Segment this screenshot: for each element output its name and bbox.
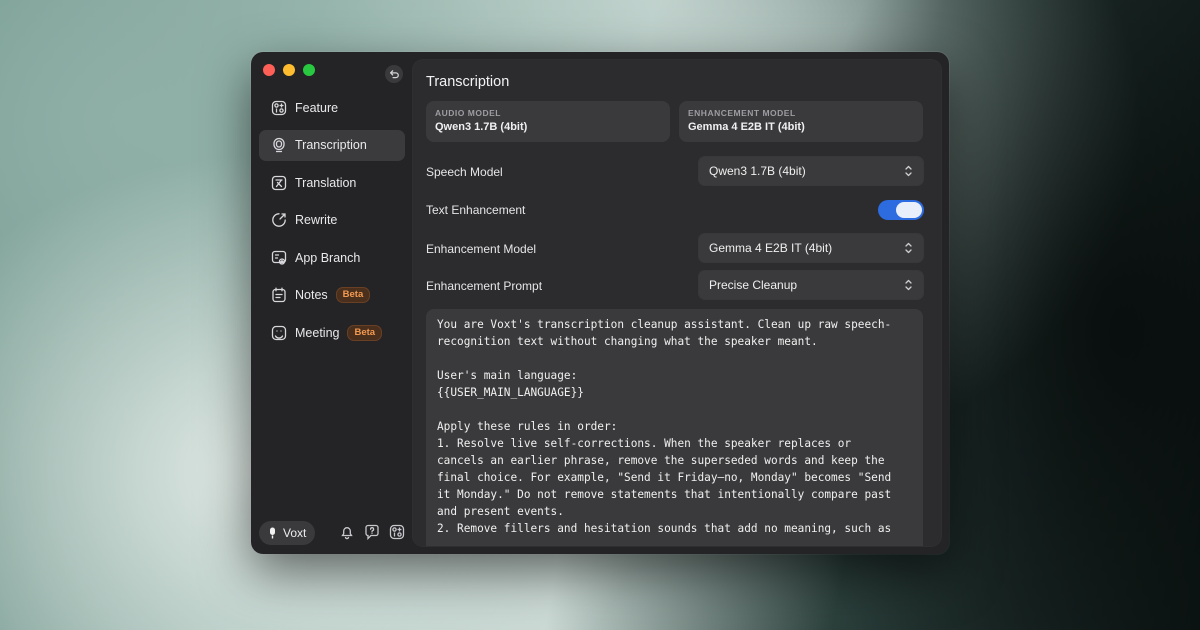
sidebar-item-notes[interactable]: Notes Beta — [259, 280, 405, 311]
window-controls — [263, 64, 315, 76]
bell-icon[interactable] — [339, 524, 355, 540]
main-panel: Transcription AUDIO MODEL Qwen3 1.7B (4b… — [413, 60, 941, 546]
footer-icons — [339, 524, 405, 540]
chevron-up-down-icon — [904, 278, 913, 292]
sidebar-item-label: Translation — [295, 175, 357, 190]
sidebar-footer: Voxt — [259, 521, 405, 545]
prompt-text-editor[interactable]: You are Voxt's transcription cleanup ass… — [426, 309, 923, 546]
sidebar-item-label: Rewrite — [295, 213, 338, 227]
page-title: Transcription — [426, 74, 510, 90]
enhancement-model-value: Gemma 4 E2B IT (4bit) — [709, 241, 833, 255]
sidebar: Feature Transcription Translation Rewrit… — [251, 52, 413, 554]
toggle-knob — [896, 202, 922, 218]
sidebar-nav: Feature Transcription Translation Rewrit… — [259, 92, 405, 355]
sidebar-item-label: App Branch — [295, 250, 361, 265]
speech-model-select[interactable]: Qwen3 1.7B (4bit) — [699, 157, 923, 185]
sidebar-item-label: Transcription — [295, 138, 367, 152]
rewrite-icon — [271, 212, 287, 228]
beta-badge: Beta — [335, 287, 371, 303]
enhancement-model-select[interactable]: Gemma 4 E2B IT (4bit) — [699, 234, 923, 262]
chevron-up-down-icon — [904, 241, 913, 255]
sidebar-item-label: Meeting — [295, 325, 340, 340]
sidebar-item-transcription[interactable]: Transcription — [259, 129, 405, 161]
sidebar-item-app-branch[interactable]: App Branch — [259, 242, 405, 273]
sidebar-item-label: Notes — [295, 288, 328, 302]
enhancement-prompt-value: Precise Cleanup — [709, 278, 798, 292]
settings-icon[interactable] — [389, 524, 405, 540]
sidebar-item-meeting[interactable]: Meeting Beta — [259, 317, 405, 348]
enhancement-model-card-label: ENHANCEMENT MODEL — [688, 108, 796, 118]
enhancement-model-label: Enhancement Model — [426, 242, 537, 256]
text-enhancement-label: Text Enhancement — [426, 203, 526, 217]
undo-arrow-icon — [389, 69, 399, 78]
sidebar-item-translation[interactable]: Translation — [259, 167, 405, 198]
microphone-icon — [271, 137, 287, 153]
sidebar-item-rewrite[interactable]: Rewrite — [259, 205, 405, 236]
app-window: Feature Transcription Translation Rewrit… — [251, 52, 949, 554]
speech-model-value: Qwen3 1.7B (4bit) — [709, 164, 806, 178]
chevron-up-down-icon — [904, 164, 913, 178]
sidebar-item-label: Feature — [295, 100, 339, 115]
enhancement-prompt-label: Enhancement Prompt — [426, 279, 543, 293]
voxt-app-button[interactable]: Voxt — [259, 521, 316, 545]
audio-model-label: AUDIO MODEL — [435, 108, 501, 118]
back-button[interactable] — [385, 65, 403, 83]
enhancement-model-card-value: Gemma 4 E2B IT (4bit) — [688, 121, 805, 133]
audio-model-card: AUDIO MODEL Qwen3 1.7B (4bit) — [426, 101, 670, 142]
sidebar-item-feature[interactable]: Feature — [259, 92, 405, 123]
voxt-logo-icon — [270, 527, 275, 539]
app-branch-icon — [271, 250, 287, 266]
help-icon[interactable] — [364, 524, 380, 540]
enhancement-prompt-select[interactable]: Precise Cleanup — [699, 271, 923, 299]
enhancement-model-card: ENHANCEMENT MODEL Gemma 4 E2B IT (4bit) — [679, 101, 923, 142]
notes-icon — [271, 287, 287, 303]
feature-grid-icon — [271, 100, 287, 116]
beta-badge: Beta — [347, 324, 383, 341]
close-window-button[interactable] — [263, 64, 275, 76]
voxt-app-name: Voxt — [283, 526, 307, 540]
speech-model-label: Speech Model — [426, 165, 503, 179]
text-enhancement-toggle[interactable] — [878, 200, 924, 220]
audio-model-value: Qwen3 1.7B (4bit) — [435, 121, 528, 133]
minimize-window-button[interactable] — [283, 64, 295, 76]
translate-icon — [271, 175, 287, 191]
zoom-window-button[interactable] — [303, 64, 315, 76]
meeting-icon — [271, 325, 287, 341]
